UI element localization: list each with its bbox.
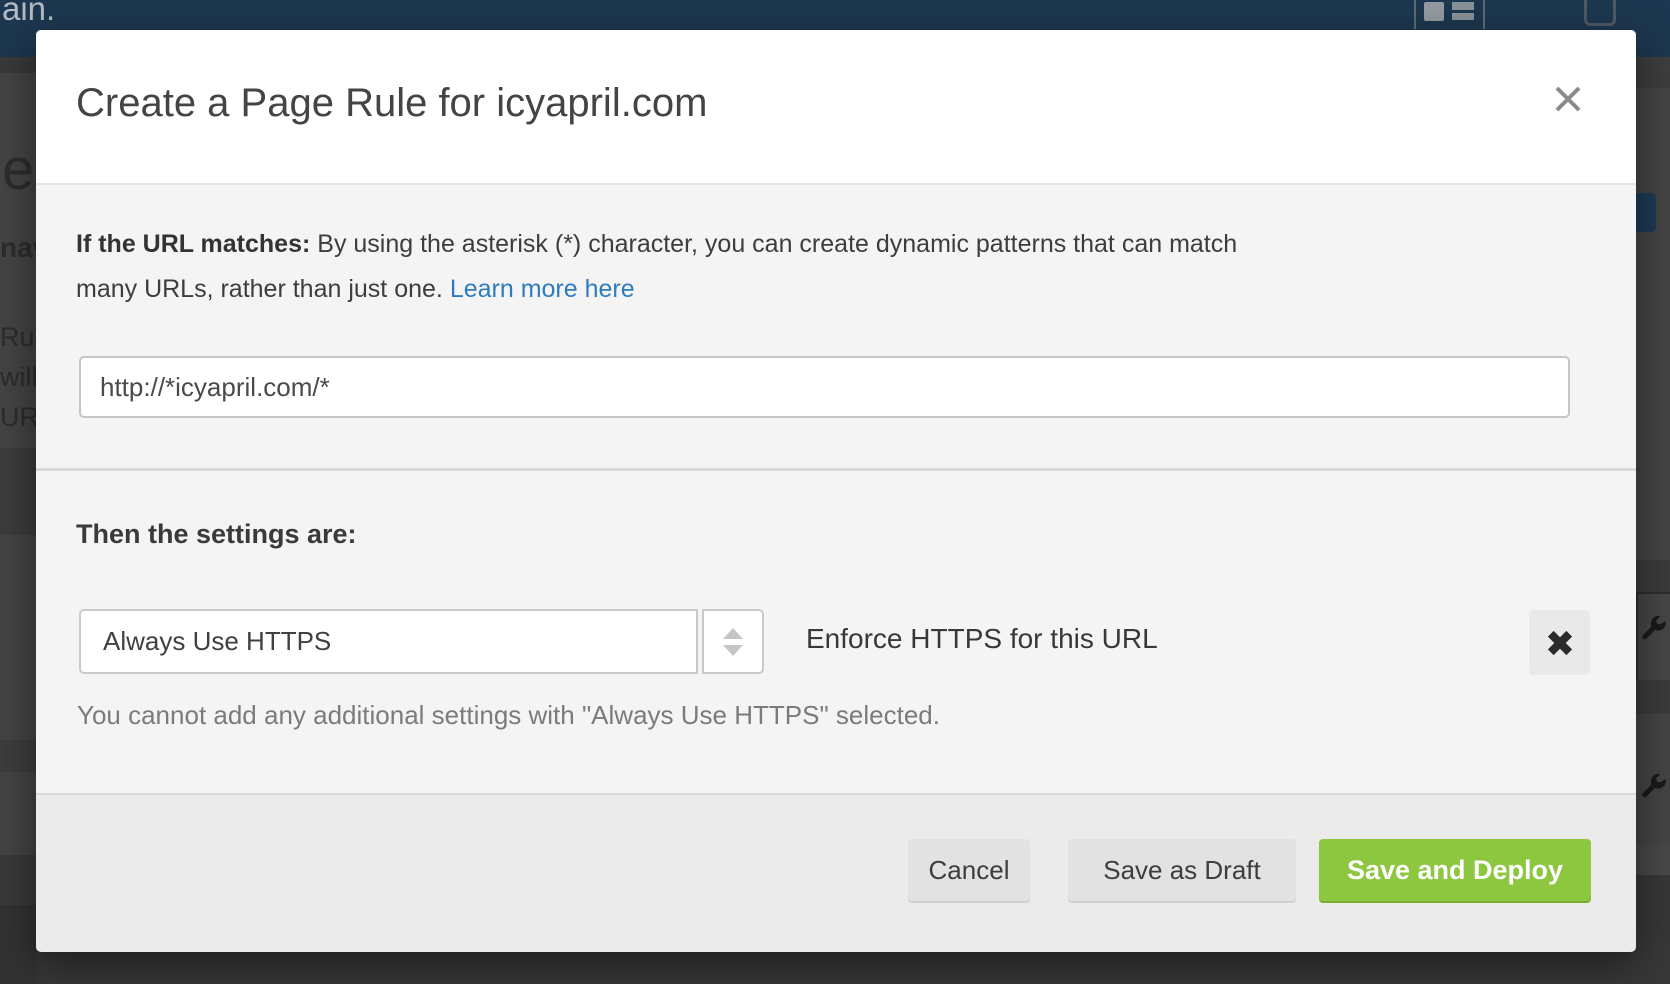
view-toggle-divider	[1414, 0, 1416, 29]
url-pattern-input[interactable]	[79, 356, 1570, 418]
device-icon	[1584, 0, 1616, 26]
dialog-header: Create a Page Rule for icyapril.com	[36, 30, 1636, 185]
dimmed-band	[1636, 680, 1670, 714]
dimmed-page-left-edge: e nav Ru will UR	[0, 57, 36, 984]
heavy-x-icon	[1545, 628, 1575, 658]
learn-more-link[interactable]: Learn more here	[450, 275, 635, 303]
dimmed-text-fragment: Ru	[0, 322, 35, 353]
dimmed-page-right-edge	[1636, 57, 1670, 984]
dimmed-text-fragment: UR	[0, 402, 36, 433]
wrench-icon	[1639, 773, 1667, 801]
settings-heading: Then the settings are:	[76, 519, 357, 550]
dimmed-band	[1636, 875, 1670, 984]
dimmed-text-fragment: will	[0, 362, 36, 393]
dimmed-text-fragment: nav	[0, 232, 36, 264]
url-match-text-line1: By using the asterisk (*) character, you…	[317, 230, 1237, 258]
list-view-icon	[1452, 13, 1474, 20]
setting-select-value: Always Use HTTPS	[103, 626, 331, 657]
dimmed-band	[0, 57, 36, 73]
url-match-text-line2: many URLs, rather than just one.	[76, 275, 443, 303]
topbar-text-fragment: ain.	[2, 0, 55, 28]
dimmed-band	[0, 905, 36, 984]
chevron-down-icon	[723, 645, 743, 656]
dimmed-band	[0, 448, 36, 535]
page-rules-screen: ain. e nav Ru will UR	[0, 0, 1670, 984]
setting-restriction-note: You cannot add any additional settings w…	[77, 700, 940, 731]
dimmed-page-bottom-edge	[36, 950, 1636, 984]
save-as-draft-button[interactable]: Save as Draft	[1068, 839, 1296, 901]
dimmed-band	[1636, 57, 1670, 88]
remove-setting-button[interactable]	[1529, 610, 1590, 675]
section-divider	[36, 468, 1636, 471]
url-match-label: If the URL matches:	[76, 230, 310, 258]
setting-description: Enforce HTTPS for this URL	[806, 623, 1158, 655]
save-and-deploy-button[interactable]: Save and Deploy	[1319, 839, 1591, 901]
dialog-title: Create a Page Rule for icyapril.com	[76, 80, 707, 126]
create-page-rule-dialog: Create a Page Rule for icyapril.com If t…	[36, 30, 1636, 950]
url-match-description: If the URL matches: By using the asteris…	[76, 222, 1546, 312]
chevron-up-icon	[723, 628, 743, 639]
dimmed-band	[0, 740, 36, 772]
setting-select-spinner[interactable]	[702, 609, 764, 674]
dimmed-band	[1636, 560, 1670, 592]
dimmed-heading-fragment: e	[2, 136, 34, 203]
close-icon[interactable]	[1545, 76, 1591, 122]
dimmed-band	[1636, 845, 1670, 875]
view-toggle-divider	[1483, 0, 1485, 29]
dimmed-band	[0, 855, 36, 905]
grid-view-icon	[1424, 2, 1444, 21]
setting-select[interactable]: Always Use HTTPS	[79, 609, 698, 674]
list-view-icon	[1452, 2, 1474, 10]
cancel-button[interactable]: Cancel	[908, 839, 1030, 901]
dimmed-blue-button-edge	[1636, 193, 1656, 232]
wrench-icon	[1639, 615, 1667, 643]
